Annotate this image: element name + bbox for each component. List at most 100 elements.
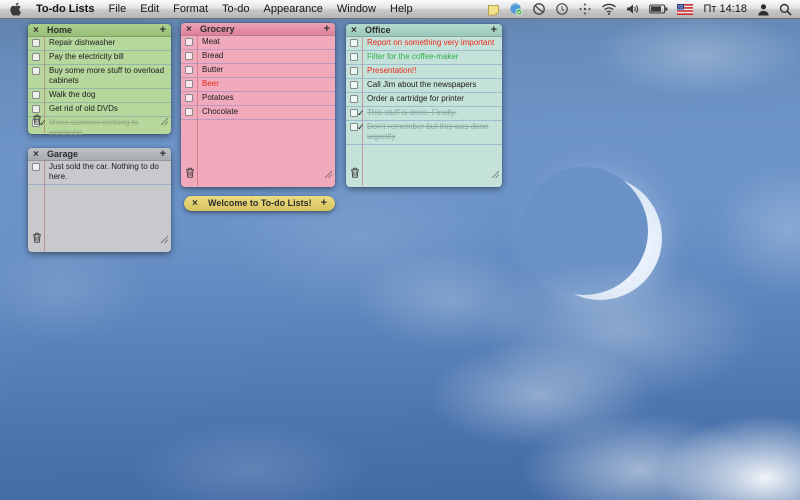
todo-item-text[interactable]: Butter [202, 65, 223, 74]
move-crosshair-icon[interactable] [578, 0, 592, 19]
note-title: Office [365, 24, 391, 37]
note-title: Grocery [200, 23, 235, 36]
todo-item-text[interactable]: This stuff is done. Finally. [367, 108, 457, 117]
todo-list: Repair dishwasher Pay the electricity bil… [28, 37, 171, 141]
note-close-button[interactable]: × [33, 24, 39, 37]
todo-item-text[interactable]: Order a cartridge for printer [367, 94, 464, 103]
note-titlebar[interactable]: × Grocery + [181, 23, 335, 36]
trash-icon[interactable] [185, 165, 195, 183]
note-body: Meat Bread Butter Beer Potatoes Chocolate [181, 36, 335, 186]
us-flag-icon[interactable] [677, 0, 693, 19]
todo-item-row: Bread [181, 50, 335, 64]
todo-list: Just sold the car. Nothing to do here. [28, 161, 171, 185]
clock-icon[interactable] [555, 0, 569, 19]
menu-bar-left: To-do Lists File Edit Format To-do Appea… [0, 0, 413, 19]
todo-item-row: Call Jim about the newspapers [346, 79, 502, 93]
resize-handle[interactable] [160, 231, 169, 249]
menu-app[interactable]: To-do Lists [36, 3, 94, 15]
menu-appearance[interactable]: Appearance [264, 3, 323, 15]
checkbox-unchecked[interactable] [32, 39, 40, 47]
note-window[interactable]: × Grocery + Meat Bread Butter Beer Potatoes Choc… [181, 23, 335, 187]
note-close-button[interactable]: × [192, 196, 198, 211]
note-close-button[interactable]: × [351, 24, 357, 37]
menu-edit[interactable]: Edit [140, 3, 159, 15]
checkbox-unchecked[interactable] [185, 52, 193, 60]
resize-handle[interactable] [160, 113, 169, 131]
checkbox-unchecked[interactable] [185, 80, 193, 88]
checkbox-unchecked[interactable] [32, 163, 40, 171]
note-window[interactable]: ×Garage+Just sold the car. Nothing to do… [28, 148, 171, 252]
note-body: Report on something very important Filter… [346, 37, 502, 186]
checkbox-unchecked[interactable] [350, 53, 358, 61]
todo-item-text[interactable]: Repair dishwasher [49, 38, 115, 47]
note-close-button[interactable]: × [186, 23, 192, 36]
check-mark-icon: ✓ [357, 108, 365, 118]
sticky-note-icon[interactable] [487, 0, 500, 19]
notes-layer: ×Home+Repair dishwasher Pay the electrici… [0, 0, 800, 500]
note-close-button[interactable]: × [33, 148, 39, 161]
note-titlebar[interactable]: ×Garage+ [28, 148, 171, 161]
todo-item-text[interactable]: Potatoes [202, 93, 234, 102]
sync-globe-icon[interactable] [509, 0, 523, 19]
note-titlebar[interactable]: × Office + [346, 24, 502, 37]
note-window[interactable]: ×Home+Repair dishwasher Pay the electrici… [28, 24, 171, 134]
wifi-icon[interactable] [601, 0, 617, 19]
checkbox-unchecked[interactable] [185, 108, 193, 116]
spotlight-search-icon[interactable] [779, 0, 792, 19]
apple-menu-icon[interactable] [10, 0, 22, 19]
todo-item-text[interactable]: Move summer clothing to wardrobe [49, 118, 138, 137]
battery-icon[interactable] [649, 0, 668, 19]
todo-item-text[interactable]: Bread [202, 51, 223, 60]
resize-handle[interactable] [491, 166, 500, 184]
todo-item-text[interactable]: Just sold the car. Nothing to do here. [49, 162, 159, 181]
volume-icon[interactable] [626, 0, 640, 19]
note-add-item-button[interactable]: + [321, 196, 327, 210]
note-window[interactable]: ×Office+Report on something very importa… [346, 24, 502, 187]
todo-item-row: Filter for the coffee-maker [346, 51, 502, 65]
menu-file[interactable]: File [108, 3, 126, 15]
note-titlebar[interactable]: ×Home+ [28, 24, 171, 37]
trash-icon[interactable] [32, 230, 42, 248]
todo-item-text[interactable]: Meat [202, 37, 220, 46]
checkbox-unchecked[interactable] [32, 53, 40, 61]
todo-item-text[interactable]: Beer [202, 79, 219, 88]
checkbox-unchecked[interactable] [350, 67, 358, 75]
todo-item-text[interactable]: Get rid of old DVDs [49, 104, 118, 113]
checkbox-checked[interactable]: ✓ [350, 123, 358, 131]
todo-item-text[interactable]: Filter for the coffee-maker [367, 52, 458, 61]
todo-item-text[interactable]: Buy some more stuff to overload cabinets [49, 66, 164, 85]
menu-bar-status-area: Пт 14:18 [487, 0, 800, 19]
collapsed-note-window[interactable]: ×Welcome to To-do Lists!+ [184, 196, 335, 211]
user-icon[interactable] [757, 0, 770, 19]
checkbox-unchecked[interactable] [350, 95, 358, 103]
todo-item-text[interactable]: Pay the electricity bill [49, 52, 124, 61]
menu-help[interactable]: Help [390, 3, 413, 15]
menu-window[interactable]: Window [337, 3, 376, 15]
trash-icon[interactable] [350, 165, 360, 183]
checkbox-unchecked[interactable] [350, 81, 358, 89]
todo-item-text[interactable]: Call Jim about the newspapers [367, 80, 476, 89]
do-not-disturb-icon[interactable] [532, 0, 546, 19]
menu-todo[interactable]: To-do [222, 3, 250, 15]
note-add-item-button[interactable]: + [491, 24, 497, 36]
checkbox-unchecked[interactable] [185, 38, 193, 46]
menu-format[interactable]: Format [173, 3, 208, 15]
checkbox-unchecked[interactable] [32, 67, 40, 75]
todo-item-text[interactable]: Chocolate [202, 107, 238, 116]
checkbox-unchecked[interactable] [350, 39, 358, 47]
note-add-item-button[interactable]: + [160, 24, 166, 36]
todo-item-text[interactable]: Presentation!! [367, 66, 416, 75]
note-add-item-button[interactable]: + [160, 148, 166, 160]
todo-item-row: Chocolate [181, 106, 335, 120]
checkbox-checked[interactable]: ✓ [350, 109, 358, 117]
todo-item-text[interactable]: Report on something very important [367, 38, 494, 47]
checkbox-unchecked[interactable] [32, 91, 40, 99]
resize-handle[interactable] [324, 166, 333, 184]
checkbox-unchecked[interactable] [185, 94, 193, 102]
todo-item-text[interactable]: Walk the dog [49, 90, 95, 99]
note-add-item-button[interactable]: + [324, 23, 330, 35]
todo-item-text[interactable]: Don't remember but this was done urgentl… [367, 122, 489, 141]
checkbox-unchecked[interactable] [185, 66, 193, 74]
menu-bar-clock[interactable]: Пт 14:18 [702, 3, 748, 15]
trash-icon[interactable] [32, 112, 42, 130]
